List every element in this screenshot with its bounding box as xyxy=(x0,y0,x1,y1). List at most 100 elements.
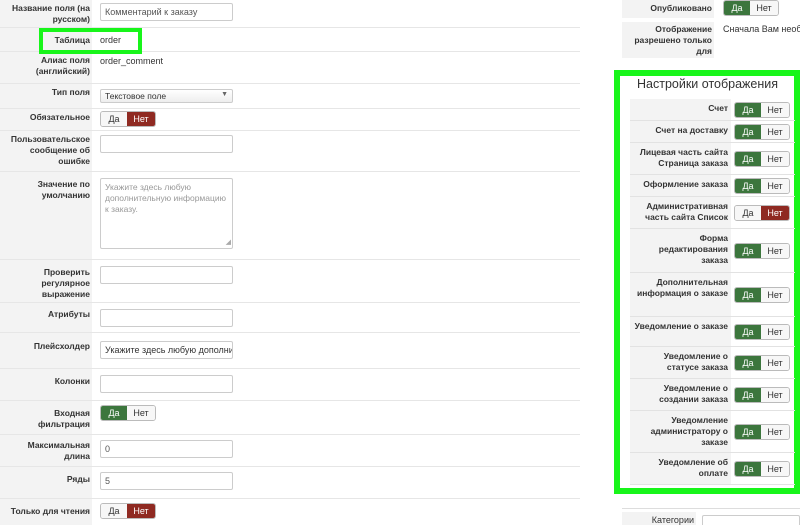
yes-button[interactable]: Да xyxy=(735,206,761,220)
input-filter-yes-button[interactable]: Да xyxy=(101,406,127,420)
display-setting-label: Дополнительная информация о заказе xyxy=(637,277,728,298)
yes-button[interactable]: Да xyxy=(735,462,761,476)
display-setting-label: Уведомление администратору о заказе xyxy=(650,415,728,447)
no-button[interactable]: Нет xyxy=(761,206,789,220)
display-setting-label: Уведомление о создании заказа xyxy=(659,383,728,404)
required-no-button[interactable]: Нет xyxy=(127,112,155,126)
display-setting-label: Административная часть сайта Список xyxy=(645,201,728,222)
readonly-yes-button[interactable]: Да xyxy=(101,504,127,518)
display-setting-row: Уведомление о заказе Да Нет xyxy=(630,317,795,347)
row-display-allowed: Отображение разрешено только для Сначала… xyxy=(622,22,800,58)
display-setting-toggle: Да Нет xyxy=(734,461,790,477)
display-setting-toggle: Да Нет xyxy=(734,387,790,403)
alias-value: order_comment xyxy=(100,56,164,66)
yes-button[interactable]: Да xyxy=(735,288,761,302)
rows-input[interactable]: 5 xyxy=(100,472,233,490)
label-default: Значение по умолчанию xyxy=(0,172,92,259)
label-rows: Ряды xyxy=(0,467,92,498)
row-readonly: Только для чтения Да Нет xyxy=(0,499,580,525)
label-display-allowed: Отображение разрешено только для xyxy=(634,24,712,56)
readonly-toggle: Да Нет xyxy=(100,503,156,519)
no-button[interactable]: Нет xyxy=(761,125,789,139)
label-input-filter: Входная фильтрация xyxy=(0,401,92,434)
yes-button[interactable]: Да xyxy=(735,179,761,193)
no-button[interactable]: Нет xyxy=(761,356,789,370)
placeholder-input[interactable]: Укажите здесь любую дополните xyxy=(100,341,233,359)
type-select-value: Текстовое поле xyxy=(105,91,167,101)
default-placeholder: Укажите здесь любую дополнительную инфор… xyxy=(105,182,226,214)
no-button[interactable]: Нет xyxy=(761,179,789,193)
published-no-button[interactable]: Нет xyxy=(750,1,778,15)
yes-button[interactable]: Да xyxy=(735,325,761,339)
regex-input[interactable] xyxy=(100,266,233,284)
no-button[interactable]: Нет xyxy=(761,462,789,476)
display-setting-row: Административная часть сайта Список Да Нет xyxy=(630,197,795,229)
display-setting-row: Уведомление о создании заказа Да Нет xyxy=(630,379,795,411)
label-name-ru: Название поля (на русском) xyxy=(0,0,92,27)
yes-button[interactable]: Да xyxy=(735,388,761,402)
display-setting-row: Лицевая часть сайта Страница заказа Да Нет xyxy=(630,143,795,175)
categories-input[interactable] xyxy=(702,515,800,525)
published-toggle: Да Нет xyxy=(723,0,779,16)
input-filter-toggle: Да Нет xyxy=(100,405,156,421)
row-default: Значение по умолчанию Укажите здесь любу… xyxy=(0,172,580,260)
display-setting-label: Оформление заказа xyxy=(643,179,728,189)
label-readonly: Только для чтения xyxy=(0,499,92,525)
display-setting-row: Дополнительная информация о заказе Да Нет xyxy=(630,273,795,317)
row-input-filter: Входная фильтрация Да Нет xyxy=(0,401,580,435)
display-setting-label: Форма редактирования заказа xyxy=(658,233,728,265)
row-required: Обязательное Да Нет xyxy=(0,109,580,131)
display-setting-label: Уведомление об оплате xyxy=(658,457,728,478)
yes-button[interactable]: Да xyxy=(735,244,761,258)
required-yes-button[interactable]: Да xyxy=(101,112,127,126)
no-button[interactable]: Нет xyxy=(761,103,789,117)
no-button[interactable]: Нет xyxy=(761,425,789,439)
no-button[interactable]: Нет xyxy=(761,388,789,402)
label-alias: Алиас поля (английский) xyxy=(0,52,92,83)
no-button[interactable]: Нет xyxy=(761,244,789,258)
yes-button[interactable]: Да xyxy=(735,425,761,439)
no-button[interactable]: Нет xyxy=(761,152,789,166)
columns-input[interactable] xyxy=(100,375,233,393)
label-error-msg: Пользовательское сообщение об ошибке xyxy=(0,131,92,171)
display-setting-toggle: Да Нет xyxy=(734,243,790,259)
row-alias: Алиас поля (английский) order_comment xyxy=(0,52,580,84)
resize-grip-icon[interactable]: ◢ xyxy=(226,237,231,248)
label-placeholder: Плейсхолдер xyxy=(0,333,92,368)
yes-button[interactable]: Да xyxy=(735,152,761,166)
max-length-input[interactable]: 0 xyxy=(100,440,233,458)
input-filter-no-button[interactable]: Нет xyxy=(127,406,155,420)
error-msg-input[interactable] xyxy=(100,135,233,153)
name-ru-input[interactable]: Комментарий к заказу xyxy=(100,3,233,21)
attributes-input[interactable] xyxy=(100,309,233,327)
type-select[interactable]: Текстовое поле ▼ xyxy=(100,89,233,103)
row-name-ru: Название поля (на русском) Комментарий к… xyxy=(0,0,580,28)
label-published: Опубликовано xyxy=(650,3,712,13)
row-regex: Проверить регулярное выражение xyxy=(0,260,580,303)
display-setting-row: Уведомление о статусе заказа Да Нет xyxy=(630,347,795,379)
display-setting-toggle: Да Нет xyxy=(734,287,790,303)
display-setting-toggle: Да Нет xyxy=(734,205,790,221)
required-toggle: Да Нет xyxy=(100,111,156,127)
row-categories: Категории xyxy=(622,512,800,525)
display-setting-toggle: Да Нет xyxy=(734,355,790,371)
display-allowed-value: Сначала Вам необх xyxy=(723,24,800,34)
no-button[interactable]: Нет xyxy=(761,325,789,339)
no-button[interactable]: Нет xyxy=(761,288,789,302)
row-attributes: Атрибуты xyxy=(0,303,580,333)
display-setting-row: Счет на доставку Да Нет xyxy=(630,121,795,143)
display-setting-row: Уведомление администратору о заказе Да Нет xyxy=(630,411,795,453)
yes-button[interactable]: Да xyxy=(735,125,761,139)
yes-button[interactable]: Да xyxy=(735,356,761,370)
display-setting-toggle: Да Нет xyxy=(734,151,790,167)
row-placeholder: Плейсхолдер Укажите здесь любую дополнит… xyxy=(0,333,580,369)
row-rows: Ряды 5 xyxy=(0,467,580,499)
default-textarea[interactable]: Укажите здесь любую дополнительную инфор… xyxy=(100,178,233,249)
display-setting-label: Лицевая часть сайта Страница заказа xyxy=(639,147,728,168)
display-setting-toggle: Да Нет xyxy=(734,124,790,140)
display-setting-toggle: Да Нет xyxy=(734,178,790,194)
readonly-no-button[interactable]: Нет xyxy=(127,504,155,518)
published-yes-button[interactable]: Да xyxy=(724,1,750,15)
yes-button[interactable]: Да xyxy=(735,103,761,117)
display-setting-label: Счет xyxy=(708,103,728,113)
